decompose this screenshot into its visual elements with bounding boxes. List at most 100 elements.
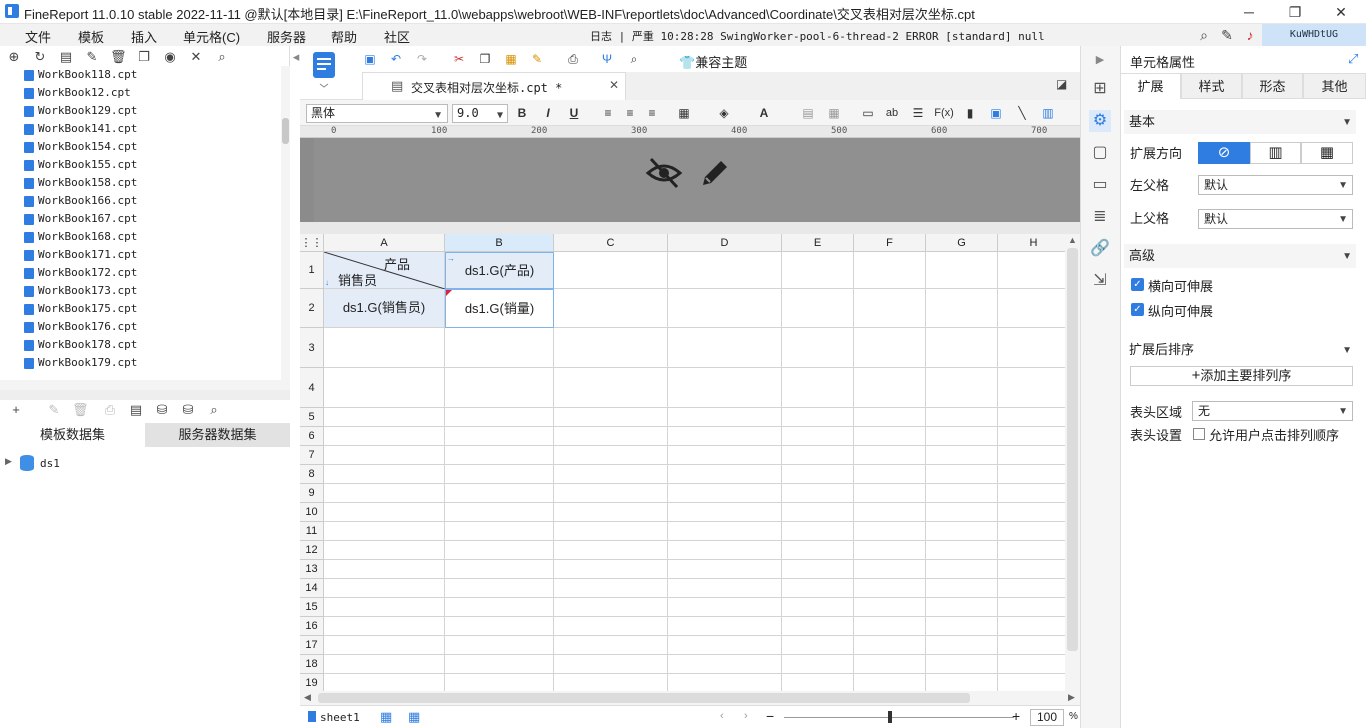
grid-cell[interactable]	[782, 408, 854, 427]
column-header[interactable]: F	[854, 234, 926, 252]
grid-cell[interactable]	[668, 522, 782, 541]
condition-icon[interactable]: ≣	[1089, 206, 1111, 228]
cell-a2[interactable]: ds1.G(销售员)	[324, 289, 445, 328]
grid-cell[interactable]	[926, 252, 998, 289]
slash-icon[interactable]: ╲	[1012, 104, 1032, 122]
grid-hscroll-thumb[interactable]	[318, 693, 970, 703]
menu-help[interactable]: 帮助	[331, 27, 357, 46]
grid-cell[interactable]	[854, 252, 926, 289]
row-header[interactable]: 10	[300, 503, 324, 522]
column-header[interactable]: D	[668, 234, 782, 252]
grid-cell[interactable]	[926, 484, 998, 503]
list-item[interactable]: WorkBook118.cpt	[0, 66, 280, 84]
row-header[interactable]: 19	[300, 674, 324, 691]
database-icon[interactable]: ⛁	[154, 402, 170, 418]
row-header[interactable]: 15	[300, 598, 324, 617]
grid-cell[interactable]	[998, 541, 1065, 560]
zoom-in-icon[interactable]: +	[1012, 708, 1020, 724]
tab-sheet1[interactable]: sheet1	[320, 711, 360, 724]
menu-file[interactable]: 文件	[25, 27, 51, 46]
header-region-select[interactable]: 无 ▼	[1192, 401, 1353, 421]
grid-cell[interactable]	[668, 579, 782, 598]
expand-horizontal-button[interactable]: ▦	[1301, 142, 1353, 164]
widget-icon[interactable]: ▭	[1089, 174, 1111, 196]
grid-cell[interactable]	[782, 617, 854, 636]
section-sort[interactable]: 扩展后排序 ▼	[1124, 338, 1356, 362]
grid-cell[interactable]	[998, 636, 1065, 655]
grid-cell[interactable]	[926, 541, 998, 560]
align-right-icon[interactable]: ≡	[642, 104, 662, 122]
grid-cell[interactable]	[998, 617, 1065, 636]
row-header[interactable]: 12	[300, 541, 324, 560]
tab-template-dataset[interactable]: 模板数据集	[0, 423, 145, 447]
grid-cell[interactable]	[668, 484, 782, 503]
tab-server-dataset[interactable]: 服务器数据集	[145, 423, 290, 447]
grid-cell[interactable]	[854, 484, 926, 503]
edit-dataset-icon[interactable]: ✎	[46, 402, 62, 418]
grid-cell[interactable]	[324, 541, 445, 560]
grid-cell[interactable]	[926, 465, 998, 484]
tab-other[interactable]: 其他	[1303, 73, 1366, 99]
hyperlink-icon[interactable]: 🔗	[1089, 238, 1111, 260]
column-header[interactable]: E	[782, 234, 854, 252]
grid-cell[interactable]	[668, 560, 782, 579]
grid-cell[interactable]	[782, 674, 854, 691]
grid-cell[interactable]	[854, 636, 926, 655]
grid-cell[interactable]	[926, 408, 998, 427]
maximize-button[interactable]: ❐	[1272, 0, 1318, 24]
grid-cell[interactable]	[782, 368, 854, 408]
grid-cell[interactable]	[668, 636, 782, 655]
grid-cell[interactable]	[926, 579, 998, 598]
search-icon[interactable]: ⌕	[214, 49, 230, 65]
cell-element-icon[interactable]: ⚙	[1089, 110, 1111, 132]
grid-cell[interactable]	[998, 408, 1065, 427]
grid-cell[interactable]	[445, 465, 554, 484]
list-item[interactable]: WorkBook171.cpt	[0, 246, 280, 264]
log-status[interactable]: 日志 | 严重 10:28:28 SwingWorker-pool-6-thre…	[590, 28, 1045, 44]
grid-cell[interactable]	[782, 465, 854, 484]
grid-cell[interactable]	[782, 655, 854, 674]
v-expand-checkbox[interactable]: ✓	[1131, 303, 1144, 316]
row-header[interactable]: 6	[300, 427, 324, 446]
grid-cell[interactable]	[854, 289, 926, 328]
grid-cell[interactable]	[782, 503, 854, 522]
close-button[interactable]: ✕	[1318, 0, 1364, 24]
copy-icon[interactable]: ❐	[136, 49, 152, 65]
zoom-input[interactable]: 100	[1030, 709, 1064, 726]
grid-cell[interactable]	[324, 674, 445, 691]
grid-cell[interactable]	[998, 368, 1065, 408]
panel-splitter[interactable]	[0, 390, 290, 400]
row-header[interactable]: 3	[300, 328, 324, 368]
menu-community[interactable]: 社区	[384, 27, 410, 46]
grid-cell[interactable]	[445, 655, 554, 674]
grid-cell[interactable]	[445, 598, 554, 617]
template-props-icon[interactable]: ⎙	[563, 50, 583, 68]
image-icon[interactable]: ▣	[986, 104, 1006, 122]
grid-cell[interactable]	[445, 579, 554, 598]
formula-icon[interactable]: F(x)	[934, 104, 954, 122]
section-basic[interactable]: 基本 ▼	[1124, 110, 1356, 134]
grid-cell[interactable]	[668, 674, 782, 691]
grid-cell[interactable]	[554, 655, 668, 674]
row-header[interactable]: 13	[300, 560, 324, 579]
align-left-icon[interactable]: ≡	[598, 104, 618, 122]
grid-cell[interactable]	[926, 636, 998, 655]
scroll-up-icon[interactable]: ▲	[1068, 235, 1077, 245]
left-parent-select[interactable]: 默认 ▼	[1198, 175, 1353, 195]
file-list-scrollbar[interactable]	[281, 66, 290, 380]
pin-icon[interactable]: ⤢	[1348, 51, 1358, 67]
row-header[interactable]: 14	[300, 579, 324, 598]
edit-note-icon[interactable]: ✎	[1218, 26, 1236, 44]
row-header[interactable]: 4	[300, 368, 324, 408]
grid-cell[interactable]	[668, 655, 782, 674]
search-icon[interactable]: ⌕	[1195, 26, 1213, 44]
list-item[interactable]: WorkBook158.cpt	[0, 174, 280, 192]
grid-cell[interactable]	[668, 541, 782, 560]
cut-icon[interactable]: ✂	[449, 50, 469, 68]
sheet-next-icon[interactable]: ›	[744, 710, 748, 722]
chart-icon[interactable]: ▮	[960, 104, 980, 122]
plugin-icon[interactable]: Ψ	[597, 50, 617, 68]
grid-cell[interactable]	[668, 503, 782, 522]
edit-pencil-icon[interactable]	[697, 155, 733, 191]
cell-a1[interactable]: 产品 销售员 ↓	[324, 252, 445, 289]
